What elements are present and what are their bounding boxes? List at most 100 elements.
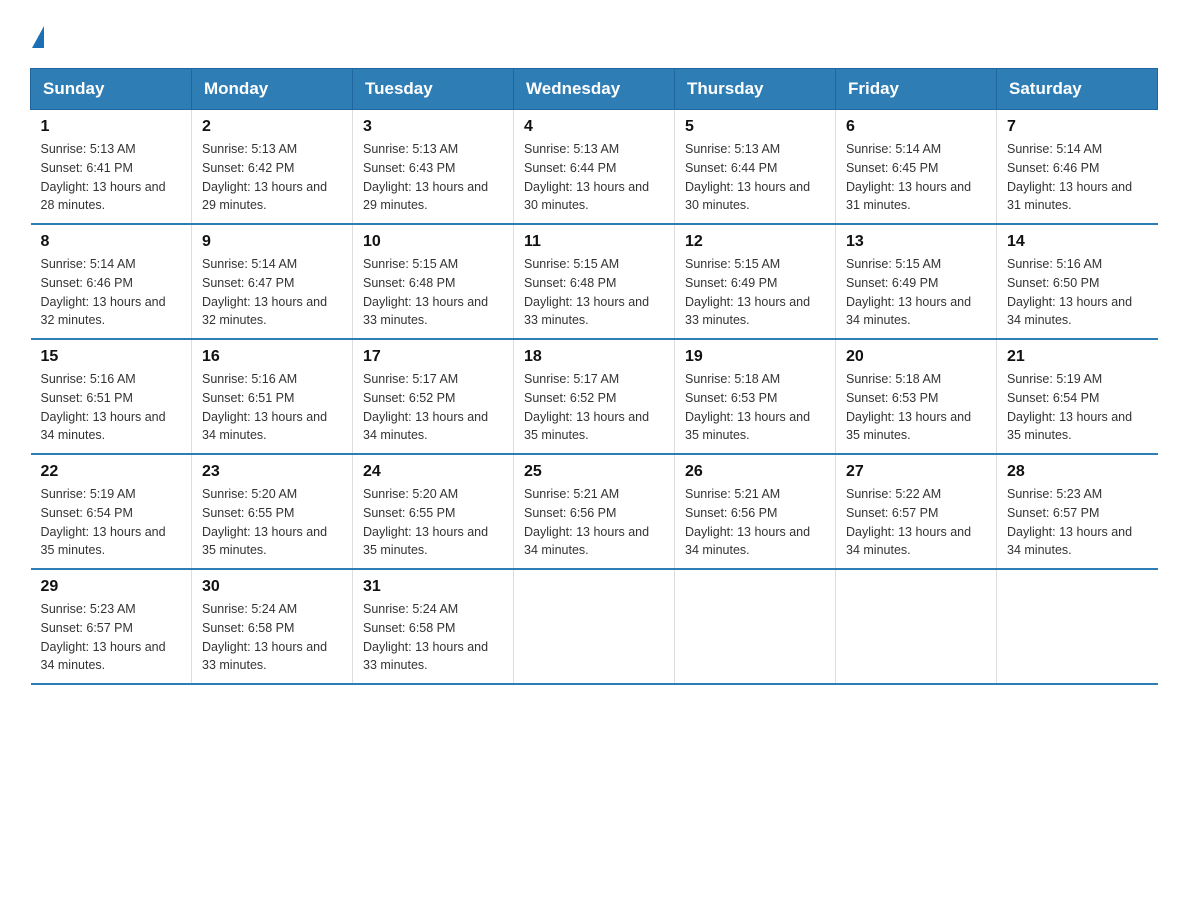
day-number: 19: [685, 348, 825, 366]
calendar-cell: 28Sunrise: 5:23 AMSunset: 6:57 PMDayligh…: [997, 454, 1158, 569]
day-info: Sunrise: 5:19 AMSunset: 6:54 PMDaylight:…: [1007, 370, 1148, 445]
calendar-cell: 14Sunrise: 5:16 AMSunset: 6:50 PMDayligh…: [997, 224, 1158, 339]
calendar-week-row: 29Sunrise: 5:23 AMSunset: 6:57 PMDayligh…: [31, 569, 1158, 684]
day-number: 18: [524, 348, 664, 366]
day-info: Sunrise: 5:21 AMSunset: 6:56 PMDaylight:…: [524, 485, 664, 560]
calendar-cell: [514, 569, 675, 684]
day-number: 11: [524, 233, 664, 251]
calendar-table: SundayMondayTuesdayWednesdayThursdayFrid…: [30, 68, 1158, 685]
calendar-cell: [675, 569, 836, 684]
calendar-header: SundayMondayTuesdayWednesdayThursdayFrid…: [31, 69, 1158, 110]
calendar-cell: 11Sunrise: 5:15 AMSunset: 6:48 PMDayligh…: [514, 224, 675, 339]
calendar-cell: 22 Sunrise: 5:19 AMSunset: 6:54 PMDayligh…: [31, 454, 192, 569]
day-info: Sunrise: 5:22 AMSunset: 6:57 PMDaylight:…: [846, 485, 986, 560]
day-number: 17: [363, 348, 503, 366]
day-number: 2: [202, 118, 342, 136]
calendar-cell: 20Sunrise: 5:18 AMSunset: 6:53 PMDayligh…: [836, 339, 997, 454]
calendar-cell: 5 Sunrise: 5:13 AMSunset: 6:44 PMDaylight…: [675, 110, 836, 225]
day-number: 26: [685, 463, 825, 481]
weekday-header-wednesday: Wednesday: [514, 69, 675, 110]
weekday-header-monday: Monday: [192, 69, 353, 110]
day-number: 30: [202, 578, 342, 596]
calendar-cell: 4Sunrise: 5:13 AMSunset: 6:44 PMDaylight…: [514, 110, 675, 225]
calendar-cell: 21Sunrise: 5:19 AMSunset: 6:54 PMDayligh…: [997, 339, 1158, 454]
calendar-cell: 18 Sunrise: 5:17 AMSunset: 6:52 PMDayligh…: [514, 339, 675, 454]
day-number: 7: [1007, 118, 1148, 136]
day-info: Sunrise: 5:24 AMSunset: 6:58 PMDaylight:…: [202, 600, 342, 675]
day-info: Sunrise: 5:13 AMSunset: 6:42 PMDaylight:…: [202, 140, 342, 215]
calendar-cell: 12 Sunrise: 5:15 AMSunset: 6:49 PMDayligh…: [675, 224, 836, 339]
day-number: 29: [41, 578, 182, 596]
day-info: Sunrise: 5:14 AMSunset: 6:46 PMDaylight:…: [41, 255, 182, 330]
calendar-week-row: 8 Sunrise: 5:14 AMSunset: 6:46 PMDaylight…: [31, 224, 1158, 339]
day-info: Sunrise: 5:21 AMSunset: 6:56 PMDaylight:…: [685, 485, 825, 560]
calendar-cell: 9 Sunrise: 5:14 AMSunset: 6:47 PMDaylight…: [192, 224, 353, 339]
day-info: Sunrise: 5:13 AMSunset: 6:43 PMDaylight:…: [363, 140, 503, 215]
logo: [30, 20, 44, 48]
calendar-cell: 23 Sunrise: 5:20 AMSunset: 6:55 PMDayligh…: [192, 454, 353, 569]
calendar-cell: 26 Sunrise: 5:21 AMSunset: 6:56 PMDayligh…: [675, 454, 836, 569]
calendar-cell: 27 Sunrise: 5:22 AMSunset: 6:57 PMDayligh…: [836, 454, 997, 569]
calendar-week-row: 1 Sunrise: 5:13 AMSunset: 6:41 PMDaylight…: [31, 110, 1158, 225]
day-info: Sunrise: 5:14 AMSunset: 6:45 PMDaylight:…: [846, 140, 986, 215]
day-number: 6: [846, 118, 986, 136]
day-info: Sunrise: 5:18 AMSunset: 6:53 PMDaylight:…: [846, 370, 986, 445]
day-info: Sunrise: 5:13 AMSunset: 6:41 PMDaylight:…: [41, 140, 182, 215]
day-info: Sunrise: 5:19 AMSunset: 6:54 PMDaylight:…: [41, 485, 182, 560]
weekday-header-tuesday: Tuesday: [353, 69, 514, 110]
day-info: Sunrise: 5:16 AMSunset: 6:51 PMDaylight:…: [202, 370, 342, 445]
day-number: 12: [685, 233, 825, 251]
calendar-cell: 15 Sunrise: 5:16 AMSunset: 6:51 PMDayligh…: [31, 339, 192, 454]
day-number: 15: [41, 348, 182, 366]
day-info: Sunrise: 5:13 AMSunset: 6:44 PMDaylight:…: [685, 140, 825, 215]
logo-triangle-icon: [32, 26, 44, 48]
day-info: Sunrise: 5:13 AMSunset: 6:44 PMDaylight:…: [524, 140, 664, 215]
day-info: Sunrise: 5:15 AMSunset: 6:48 PMDaylight:…: [363, 255, 503, 330]
calendar-cell: 19 Sunrise: 5:18 AMSunset: 6:53 PMDayligh…: [675, 339, 836, 454]
day-number: 14: [1007, 233, 1148, 251]
day-info: Sunrise: 5:24 AMSunset: 6:58 PMDaylight:…: [363, 600, 503, 675]
weekday-header-thursday: Thursday: [675, 69, 836, 110]
calendar-cell: [836, 569, 997, 684]
day-number: 16: [202, 348, 342, 366]
calendar-cell: 1 Sunrise: 5:13 AMSunset: 6:41 PMDaylight…: [31, 110, 192, 225]
day-info: Sunrise: 5:15 AMSunset: 6:49 PMDaylight:…: [685, 255, 825, 330]
weekday-header-sunday: Sunday: [31, 69, 192, 110]
calendar-cell: 2 Sunrise: 5:13 AMSunset: 6:42 PMDaylight…: [192, 110, 353, 225]
calendar-cell: 3 Sunrise: 5:13 AMSunset: 6:43 PMDaylight…: [353, 110, 514, 225]
calendar-cell: 16 Sunrise: 5:16 AMSunset: 6:51 PMDayligh…: [192, 339, 353, 454]
day-info: Sunrise: 5:20 AMSunset: 6:55 PMDaylight:…: [363, 485, 503, 560]
day-number: 3: [363, 118, 503, 136]
weekday-header-friday: Friday: [836, 69, 997, 110]
day-info: Sunrise: 5:17 AMSunset: 6:52 PMDaylight:…: [524, 370, 664, 445]
day-info: Sunrise: 5:17 AMSunset: 6:52 PMDaylight:…: [363, 370, 503, 445]
day-info: Sunrise: 5:15 AMSunset: 6:49 PMDaylight:…: [846, 255, 986, 330]
calendar-week-row: 22 Sunrise: 5:19 AMSunset: 6:54 PMDayligh…: [31, 454, 1158, 569]
page-header: [30, 20, 1158, 48]
day-info: Sunrise: 5:18 AMSunset: 6:53 PMDaylight:…: [685, 370, 825, 445]
calendar-cell: 29Sunrise: 5:23 AMSunset: 6:57 PMDayligh…: [31, 569, 192, 684]
weekday-header-row: SundayMondayTuesdayWednesdayThursdayFrid…: [31, 69, 1158, 110]
day-number: 22: [41, 463, 182, 481]
calendar-cell: 10Sunrise: 5:15 AMSunset: 6:48 PMDayligh…: [353, 224, 514, 339]
day-number: 8: [41, 233, 182, 251]
calendar-body: 1 Sunrise: 5:13 AMSunset: 6:41 PMDaylight…: [31, 110, 1158, 685]
day-info: Sunrise: 5:23 AMSunset: 6:57 PMDaylight:…: [1007, 485, 1148, 560]
day-number: 1: [41, 118, 182, 136]
day-number: 23: [202, 463, 342, 481]
day-number: 9: [202, 233, 342, 251]
day-info: Sunrise: 5:14 AMSunset: 6:47 PMDaylight:…: [202, 255, 342, 330]
calendar-cell: 31Sunrise: 5:24 AMSunset: 6:58 PMDayligh…: [353, 569, 514, 684]
day-info: Sunrise: 5:20 AMSunset: 6:55 PMDaylight:…: [202, 485, 342, 560]
day-number: 5: [685, 118, 825, 136]
day-number: 27: [846, 463, 986, 481]
day-info: Sunrise: 5:16 AMSunset: 6:51 PMDaylight:…: [41, 370, 182, 445]
day-number: 13: [846, 233, 986, 251]
calendar-cell: 7 Sunrise: 5:14 AMSunset: 6:46 PMDaylight…: [997, 110, 1158, 225]
calendar-week-row: 15 Sunrise: 5:16 AMSunset: 6:51 PMDayligh…: [31, 339, 1158, 454]
day-info: Sunrise: 5:14 AMSunset: 6:46 PMDaylight:…: [1007, 140, 1148, 215]
calendar-cell: [997, 569, 1158, 684]
calendar-cell: 24Sunrise: 5:20 AMSunset: 6:55 PMDayligh…: [353, 454, 514, 569]
calendar-cell: 17 Sunrise: 5:17 AMSunset: 6:52 PMDayligh…: [353, 339, 514, 454]
calendar-cell: 30 Sunrise: 5:24 AMSunset: 6:58 PMDayligh…: [192, 569, 353, 684]
